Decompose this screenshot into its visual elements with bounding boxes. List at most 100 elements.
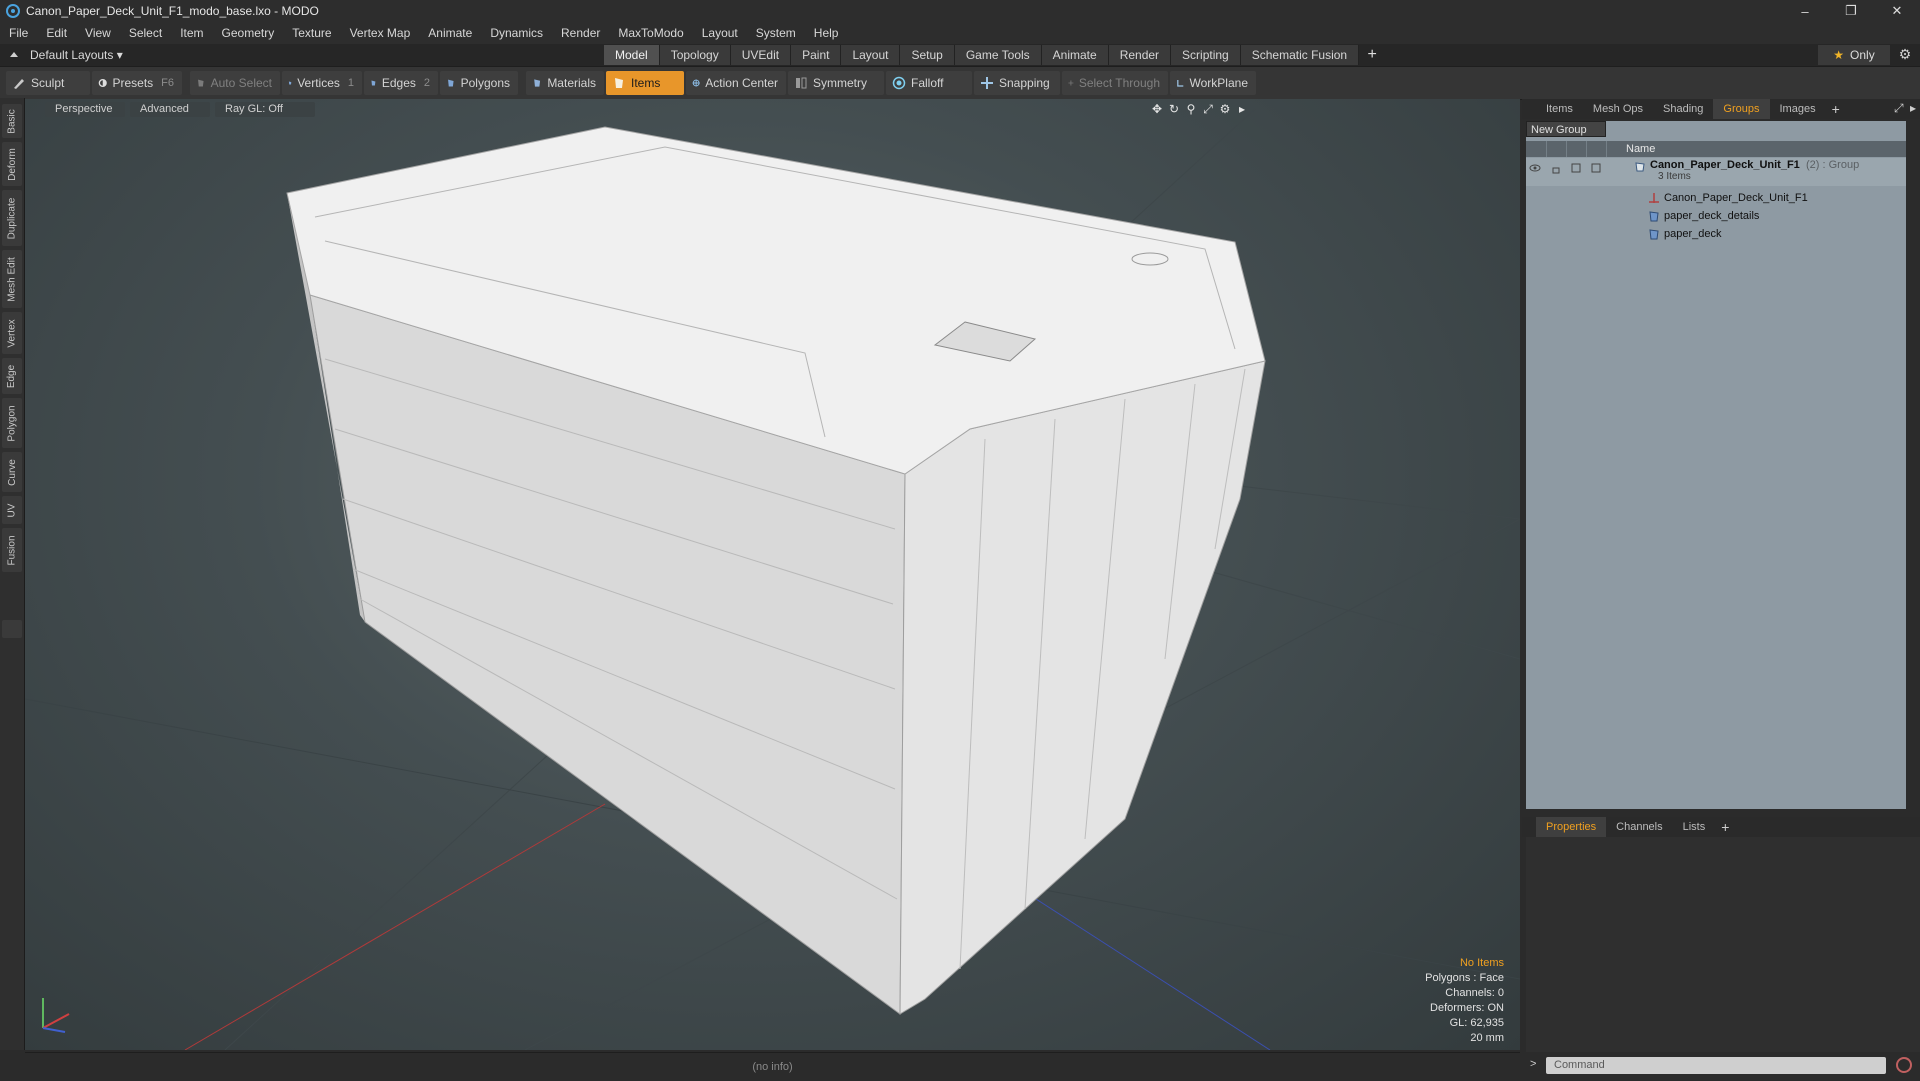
zoom-icon[interactable]: ⚲ xyxy=(1184,102,1198,116)
menu-dynamics[interactable]: Dynamics xyxy=(481,22,552,44)
lock-column-icon[interactable] xyxy=(1546,141,1567,157)
tab-topology[interactable]: Topology xyxy=(659,45,731,65)
maximize-button[interactable]: ❐ xyxy=(1828,0,1874,22)
presets-shortcut: F6 xyxy=(161,77,174,89)
layout-selector[interactable]: Default Layouts ▾ xyxy=(8,48,138,62)
menu-maxtomodo[interactable]: MaxToModo xyxy=(609,22,692,44)
tab-groups[interactable]: Groups xyxy=(1713,99,1770,119)
tree-item[interactable]: paper_deck_details xyxy=(1526,207,1906,225)
eye-icon[interactable] xyxy=(1529,162,1541,174)
symmetry-button[interactable]: Symmetry xyxy=(788,71,884,95)
new-group-button[interactable]: New Group xyxy=(1526,121,1606,137)
tree-item[interactable]: paper_deck xyxy=(1526,225,1906,243)
command-input[interactable]: Command xyxy=(1546,1057,1886,1074)
tab-render[interactable]: Render xyxy=(1108,45,1172,65)
select-toggle-icon[interactable] xyxy=(1590,162,1602,174)
3d-viewport[interactable]: Perspective Advanced Ray GL: Off ✥ ↻ ⚲ ⤢… xyxy=(25,99,1520,1050)
lock-icon[interactable] xyxy=(1550,162,1562,174)
vtab-curve[interactable]: Curve xyxy=(2,452,22,492)
vtab-deform[interactable]: Deform xyxy=(2,142,22,186)
tab-layout[interactable]: Layout xyxy=(841,45,901,65)
tab-setup[interactable]: Setup xyxy=(900,45,955,65)
menu-system[interactable]: System xyxy=(747,22,805,44)
menu-file[interactable]: File xyxy=(0,22,37,44)
falloff-button[interactable]: Falloff xyxy=(886,71,972,95)
render-column-icon[interactable] xyxy=(1566,141,1587,157)
vtab-basic[interactable]: Basic xyxy=(2,104,22,138)
tab-channels[interactable]: Channels xyxy=(1606,817,1672,837)
menu-texture[interactable]: Texture xyxy=(283,22,340,44)
viewport-menu-arrow-icon[interactable]: ▸ xyxy=(1235,102,1249,116)
select-through-button[interactable]: Select Through xyxy=(1062,71,1168,95)
tab-model[interactable]: Model xyxy=(604,45,660,65)
visibility-column-icon[interactable] xyxy=(1526,141,1547,157)
action-center-button[interactable]: Action Center xyxy=(686,71,786,95)
mesh-icon xyxy=(1649,229,1659,240)
items-button[interactable]: Items xyxy=(606,71,684,95)
vtab-uv[interactable]: UV xyxy=(2,496,22,524)
select-column-icon[interactable] xyxy=(1586,141,1607,157)
tab-schematic-fusion[interactable]: Schematic Fusion xyxy=(1240,45,1360,65)
view-type-selector[interactable]: Perspective xyxy=(45,102,125,117)
add-panel-tab-button[interactable]: + xyxy=(1826,101,1846,117)
viewport-settings-icon[interactable]: ⚙ xyxy=(1218,102,1232,116)
tab-items[interactable]: Items xyxy=(1536,99,1583,119)
maximize-viewport-icon[interactable]: ⤢ xyxy=(1201,102,1215,116)
auto-select-button[interactable]: Auto Select xyxy=(190,71,280,95)
menu-item[interactable]: Item xyxy=(171,22,212,44)
menu-help[interactable]: Help xyxy=(805,22,848,44)
vtab-edge[interactable]: Edge xyxy=(2,358,22,394)
tab-shading[interactable]: Shading xyxy=(1653,99,1713,119)
rotate-icon[interactable]: ↻ xyxy=(1167,102,1181,116)
vtab-expand[interactable] xyxy=(2,620,22,638)
tab-scripting[interactable]: Scripting xyxy=(1171,45,1241,65)
shading-selector[interactable]: Advanced xyxy=(130,102,210,117)
paper-deck-model-render[interactable] xyxy=(25,99,1520,1050)
vtab-mesh-edit[interactable]: Mesh Edit xyxy=(2,250,22,308)
gear-icon[interactable]: ⚙ xyxy=(1896,46,1914,64)
workplane-button[interactable]: WorkPlane xyxy=(1170,71,1256,95)
tab-paint[interactable]: Paint xyxy=(791,45,842,65)
vtab-vertex[interactable]: Vertex xyxy=(2,312,22,354)
panel-menu-arrow-icon[interactable]: ▸ xyxy=(1910,101,1916,115)
vertices-label: Vertices xyxy=(297,76,340,90)
menu-render[interactable]: Render xyxy=(552,22,609,44)
tab-images[interactable]: Images xyxy=(1770,99,1826,119)
tree-item[interactable]: Canon_Paper_Deck_Unit_F1 xyxy=(1526,189,1906,207)
menu-geometry[interactable]: Geometry xyxy=(213,22,284,44)
tab-uvedit[interactable]: UVEdit xyxy=(730,45,792,65)
tab-lists[interactable]: Lists xyxy=(1673,817,1716,837)
edges-button[interactable]: Edges 2 xyxy=(364,71,438,95)
menu-view[interactable]: View xyxy=(76,22,120,44)
stop-icon[interactable] xyxy=(1896,1057,1912,1073)
tab-mesh-ops[interactable]: Mesh Ops xyxy=(1583,99,1653,119)
only-button[interactable]: ★ Only xyxy=(1818,45,1890,65)
vtab-polygon[interactable]: Polygon xyxy=(2,398,22,448)
menu-vertex-map[interactable]: Vertex Map xyxy=(341,22,420,44)
menu-edit[interactable]: Edit xyxy=(37,22,76,44)
group-row[interactable]: Canon_Paper_Deck_Unit_F1 (2) : Group 3 I… xyxy=(1526,158,1906,186)
menu-animate[interactable]: Animate xyxy=(419,22,481,44)
expand-panel-icon[interactable]: ⤢ xyxy=(1894,101,1904,116)
presets-button[interactable]: Presets F6 xyxy=(92,71,182,95)
render-toggle-icon[interactable] xyxy=(1570,162,1582,174)
add-tab-button[interactable]: + xyxy=(1359,44,1385,66)
pan-icon[interactable]: ✥ xyxy=(1150,102,1164,116)
menu-select[interactable]: Select xyxy=(120,22,171,44)
menu-layout[interactable]: Layout xyxy=(693,22,747,44)
materials-button[interactable]: Materials xyxy=(526,71,604,95)
polygons-button[interactable]: Polygons xyxy=(440,71,518,95)
sculpt-button[interactable]: Sculpt xyxy=(6,71,90,95)
minimize-button[interactable]: – xyxy=(1782,0,1828,22)
raygl-toggle[interactable]: Ray GL: Off xyxy=(215,102,315,117)
name-column-header: Name xyxy=(1626,143,1656,155)
tab-game-tools[interactable]: Game Tools xyxy=(954,45,1042,65)
vtab-fusion[interactable]: Fusion xyxy=(2,528,22,572)
tab-animate[interactable]: Animate xyxy=(1041,45,1109,65)
close-button[interactable]: ✕ xyxy=(1874,0,1920,22)
add-bottom-tab-button[interactable]: + xyxy=(1715,819,1735,835)
vertices-button[interactable]: Vertices 1 xyxy=(282,71,362,95)
tab-properties[interactable]: Properties xyxy=(1536,817,1607,837)
snapping-button[interactable]: Snapping xyxy=(974,71,1060,95)
vtab-duplicate[interactable]: Duplicate xyxy=(2,190,22,246)
